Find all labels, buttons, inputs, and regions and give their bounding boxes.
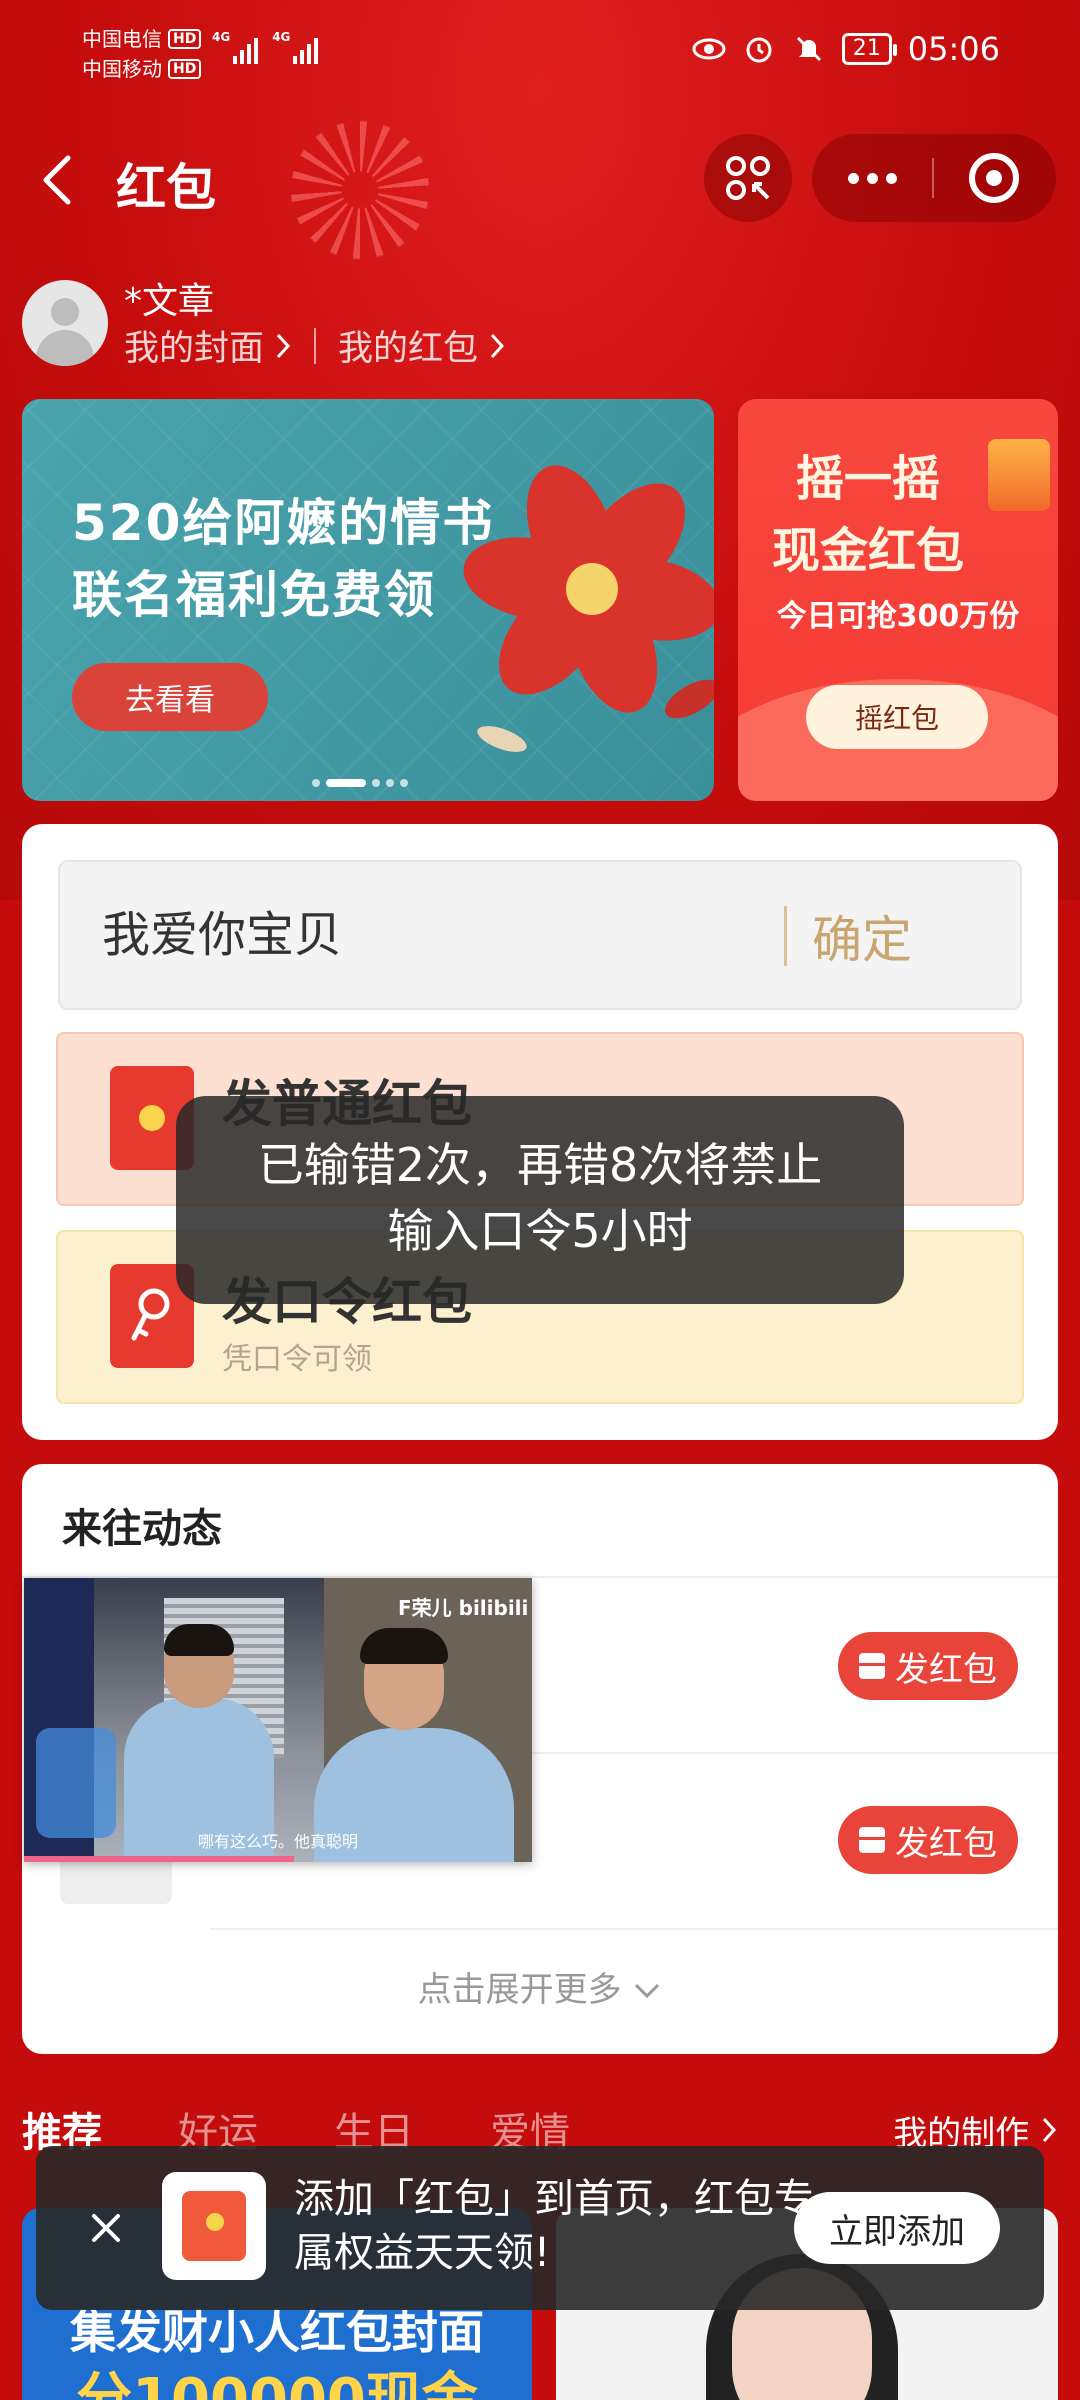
send-redpacket-label: 发红包 <box>895 1823 997 1864</box>
shake-title-2: 现金红包 <box>771 523 964 579</box>
gift-icon <box>859 1827 885 1853</box>
add-to-home-message: 添加「红包」到首页，红包专属权益天天领! <box>294 2176 814 2276</box>
banner-headline-1: 520给阿嬷的情书 <box>72 494 495 552</box>
redpacket-app-icon <box>162 2172 266 2280</box>
carrier-row-1: 中国电信 HD <box>82 24 202 54</box>
username: *文章 <box>124 281 215 322</box>
confirm-button[interactable]: 确定 <box>812 900 912 972</box>
signal-icon: 4G <box>212 30 259 64</box>
toast-line-1: 已输错2次，再错8次将禁止 <box>257 1138 823 1192</box>
hd-badge: HD <box>168 59 202 79</box>
chevron-down-icon <box>635 1983 660 1999</box>
video-watermark: F荣儿 bilibili <box>398 1596 529 1620</box>
network-type: 4G <box>272 30 291 44</box>
add-to-home-banner: 添加「红包」到首页，红包专属权益天天领! 立即添加 <box>36 2146 1044 2310</box>
poster-left-line-2: 分100000现金 <box>76 2367 478 2400</box>
battery-indicator: 21 <box>841 33 897 65</box>
expand-more-link[interactable]: 点击展开更多 <box>22 1962 1058 2011</box>
mini-program-capsule <box>812 134 1056 222</box>
page-title: 红包 <box>116 159 216 217</box>
close-program-button[interactable] <box>934 153 1054 203</box>
banner-headline-2: 联名福利免费领 <box>72 566 436 624</box>
password-input[interactable] <box>102 902 742 958</box>
status-right: 21 05:06 <box>692 30 1000 68</box>
avatar[interactable] <box>22 280 108 366</box>
eye-icon <box>692 32 726 66</box>
chevron-right-icon <box>1042 2117 1057 2143</box>
back-arrow-icon[interactable] <box>38 152 78 208</box>
expand-more-label: 点击展开更多 <box>417 1970 622 2010</box>
promo-banner-main[interactable]: 520给阿嬷的情书 联名福利免费领 去看看 <box>22 399 714 801</box>
video-progress <box>24 1856 294 1862</box>
network-type: 4G <box>212 30 231 44</box>
toast-line-2: 输入口令5小时 <box>387 1204 693 1258</box>
carrier-row-2: 中国移动 HD <box>82 54 202 84</box>
send-redpacket-label: 发红包 <box>895 1649 997 1690</box>
send-redpacket-button[interactable]: 发红包 <box>838 1806 1018 1874</box>
alarm-icon <box>742 32 776 66</box>
signal-icon: 4G <box>272 30 319 64</box>
chevron-right-icon <box>276 333 291 358</box>
my-redpacket-link[interactable]: 我的红包 <box>338 320 478 371</box>
send-password-subtitle: 凭口令可领 <box>222 1342 372 1377</box>
send-redpacket-button[interactable]: 发红包 <box>838 1632 1018 1700</box>
password-divider <box>784 906 787 966</box>
error-toast: 已输错2次，再错8次将禁止 输入口令5小时 <box>176 1096 904 1304</box>
add-now-button[interactable]: 立即添加 <box>794 2192 1000 2264</box>
mute-icon <box>792 32 826 66</box>
divider <box>210 1928 1058 1930</box>
clock: 05:06 <box>907 30 1000 68</box>
share-dots-icon <box>726 156 770 200</box>
signal-group: 4G 4G <box>212 30 319 64</box>
scan-button[interactable] <box>704 134 792 222</box>
shake-subtitle: 今日可抢300万份 <box>776 599 1020 634</box>
promo-banner-shake[interactable]: 摇一摇 现金红包 今日可抢300万份 摇红包 <box>738 399 1058 801</box>
floating-video-player[interactable]: F荣儿 bilibili 哪有这么巧。他真聪明 <box>24 1578 532 1862</box>
video-subtitle: 哪有这么巧。他真聪明 <box>197 1832 358 1851</box>
carrier-2-label: 中国移动 <box>82 57 162 81</box>
hd-badge: HD <box>168 29 202 49</box>
shake-title-1: 摇一摇 <box>795 451 940 507</box>
carousel-dots <box>312 779 408 787</box>
close-icon[interactable] <box>76 2198 136 2258</box>
carrier-1-label: 中国电信 <box>82 27 162 51</box>
carriers: 中国电信 HD 中国移动 HD <box>82 24 202 84</box>
target-icon <box>969 153 1019 203</box>
password-box: 确定 <box>58 860 1022 1010</box>
my-cover-link[interactable]: 我的封面 <box>124 320 264 371</box>
more-icon[interactable] <box>812 172 932 184</box>
chevron-right-icon <box>490 333 505 358</box>
divider <box>314 327 317 364</box>
status-bar: 中国电信 HD 中国移动 HD 4G 4G 21 05:06 <box>0 0 1080 110</box>
gift-icon <box>859 1653 885 1679</box>
user-links: 我的封面 我的红包 <box>124 320 506 371</box>
banner-view-button[interactable]: 去看看 <box>72 663 268 731</box>
shake-button[interactable]: 摇红包 <box>806 685 988 749</box>
activity-title: 来往动态 <box>62 1506 222 1552</box>
nav-bar: 红包 <box>0 130 1080 230</box>
